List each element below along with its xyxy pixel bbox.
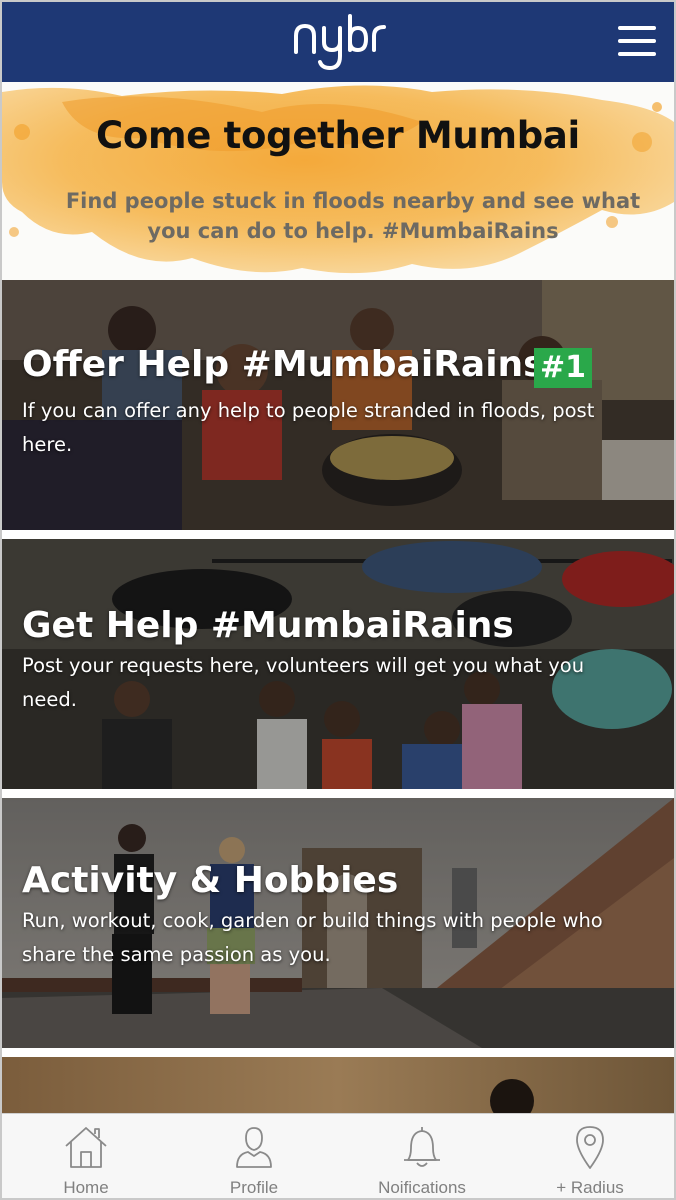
tab-label: Noifications xyxy=(378,1178,466,1197)
tab-label: Profile xyxy=(229,1178,279,1197)
tab-label: + Radius xyxy=(556,1178,624,1197)
hero-title: Come together Mumbai xyxy=(96,114,580,157)
rank-badge: #1 xyxy=(534,348,593,388)
tab-home[interactable]: Home xyxy=(2,1114,170,1198)
home-icon xyxy=(65,1127,107,1168)
location-pin-icon xyxy=(576,1126,604,1169)
tab-label: Home xyxy=(63,1178,109,1197)
card-title: Get Help #MumbaiRains xyxy=(22,605,514,646)
hero-subtitle: Find people stuck in floods nearby and s… xyxy=(65,189,641,243)
tab-notifications[interactable]: Noifications xyxy=(338,1114,506,1198)
app-frame: nybr xyxy=(0,0,676,1200)
top-nav-bar: nybr xyxy=(2,2,674,82)
tab-profile[interactable]: Profile xyxy=(170,1114,338,1198)
nybr-logo[interactable]: nybr xyxy=(288,12,388,74)
offer-help-card[interactable]: Offer Help #MumbaiRains #1 If you can of… xyxy=(2,280,674,530)
activity-hobbies-card[interactable]: Activity & Hobbies Run, workout, cook, g… xyxy=(2,798,674,1048)
tab-radius[interactable]: + Radius xyxy=(506,1114,674,1198)
bell-icon xyxy=(404,1127,440,1167)
card-description: Post your requests here, volunteers will… xyxy=(22,654,585,711)
partial-card[interactable] xyxy=(2,1057,674,1117)
card-title: Offer Help #MumbaiRains xyxy=(22,344,545,385)
hamburger-menu-icon[interactable] xyxy=(618,26,656,58)
card-description: Run, workout, cook, garden or build thin… xyxy=(22,909,603,966)
paint-splash-background xyxy=(2,85,674,274)
get-help-card[interactable]: Get Help #MumbaiRains Post your requests… xyxy=(2,539,674,789)
profile-icon xyxy=(236,1127,272,1168)
card-description: If you can offer any help to people stra… xyxy=(22,399,595,456)
bottom-tab-bar: Home Profile Noifications + Radius xyxy=(2,1113,674,1198)
card-title: Activity & Hobbies xyxy=(22,860,399,901)
hero-banner: Come together Mumbai Find people stuck i… xyxy=(2,82,674,280)
sunset-silhouette-photo xyxy=(2,1057,674,1117)
